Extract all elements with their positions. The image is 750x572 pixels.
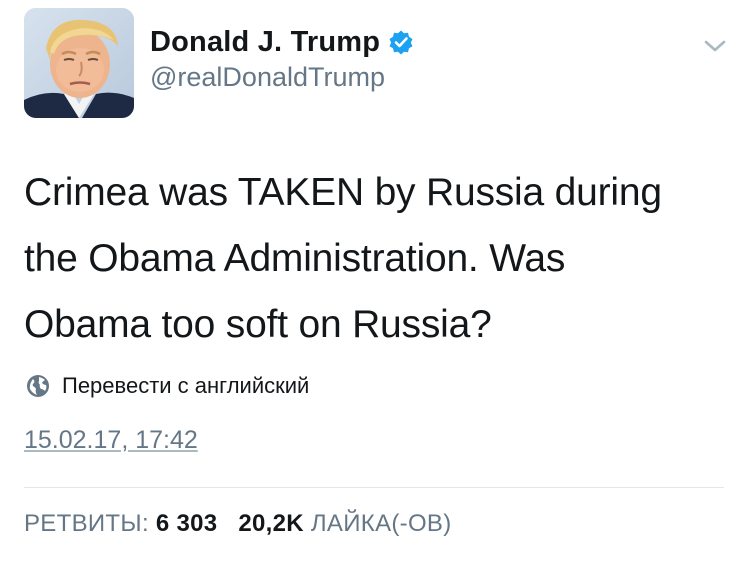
retweets-label: РЕТВИТЫ:	[24, 510, 149, 537]
divider	[24, 487, 724, 488]
tweet-text: Crimea was TAKEN by Russia during the Ob…	[24, 160, 724, 358]
retweets-count: 6 303	[155, 510, 218, 537]
likes-label: ЛАЙКА(-ОВ)	[310, 510, 452, 537]
tweet-line: Obama too soft on Russia?	[24, 303, 492, 346]
translate-label: Перевести с английский	[62, 373, 310, 398]
display-name[interactable]: Donald J. Trump	[150, 26, 380, 59]
chevron-down-icon[interactable]	[702, 36, 728, 56]
likes-count: 20,2K	[238, 510, 304, 537]
timestamp-link[interactable]: 15.02.17, 17:42	[24, 426, 198, 455]
tweet-card: Donald J. Trump @realDonaldTrump Crimea …	[0, 0, 750, 572]
avatar-image	[24, 8, 134, 118]
name-row: Donald J. Trump	[150, 24, 414, 60]
retweets-stat[interactable]: РЕТВИТЫ: 6 303	[24, 510, 224, 537]
author-info[interactable]: Donald J. Trump @realDonaldTrump	[150, 24, 414, 93]
tweet-stats: РЕТВИТЫ: 6 303 20,2K ЛАЙКА(-ОВ)	[24, 510, 452, 538]
globe-icon	[26, 374, 50, 398]
verified-badge-icon	[388, 29, 414, 55]
avatar[interactable]	[24, 8, 134, 118]
tweet-line: Crimea was TAKEN by Russia during	[24, 171, 662, 214]
likes-stat[interactable]: 20,2K ЛАЙКА(-ОВ)	[238, 510, 451, 537]
tweet-line: the Obama Administration. Was	[24, 237, 566, 280]
user-handle[interactable]: @realDonaldTrump	[150, 62, 414, 93]
translate-button[interactable]: Перевести с английский	[26, 373, 309, 399]
